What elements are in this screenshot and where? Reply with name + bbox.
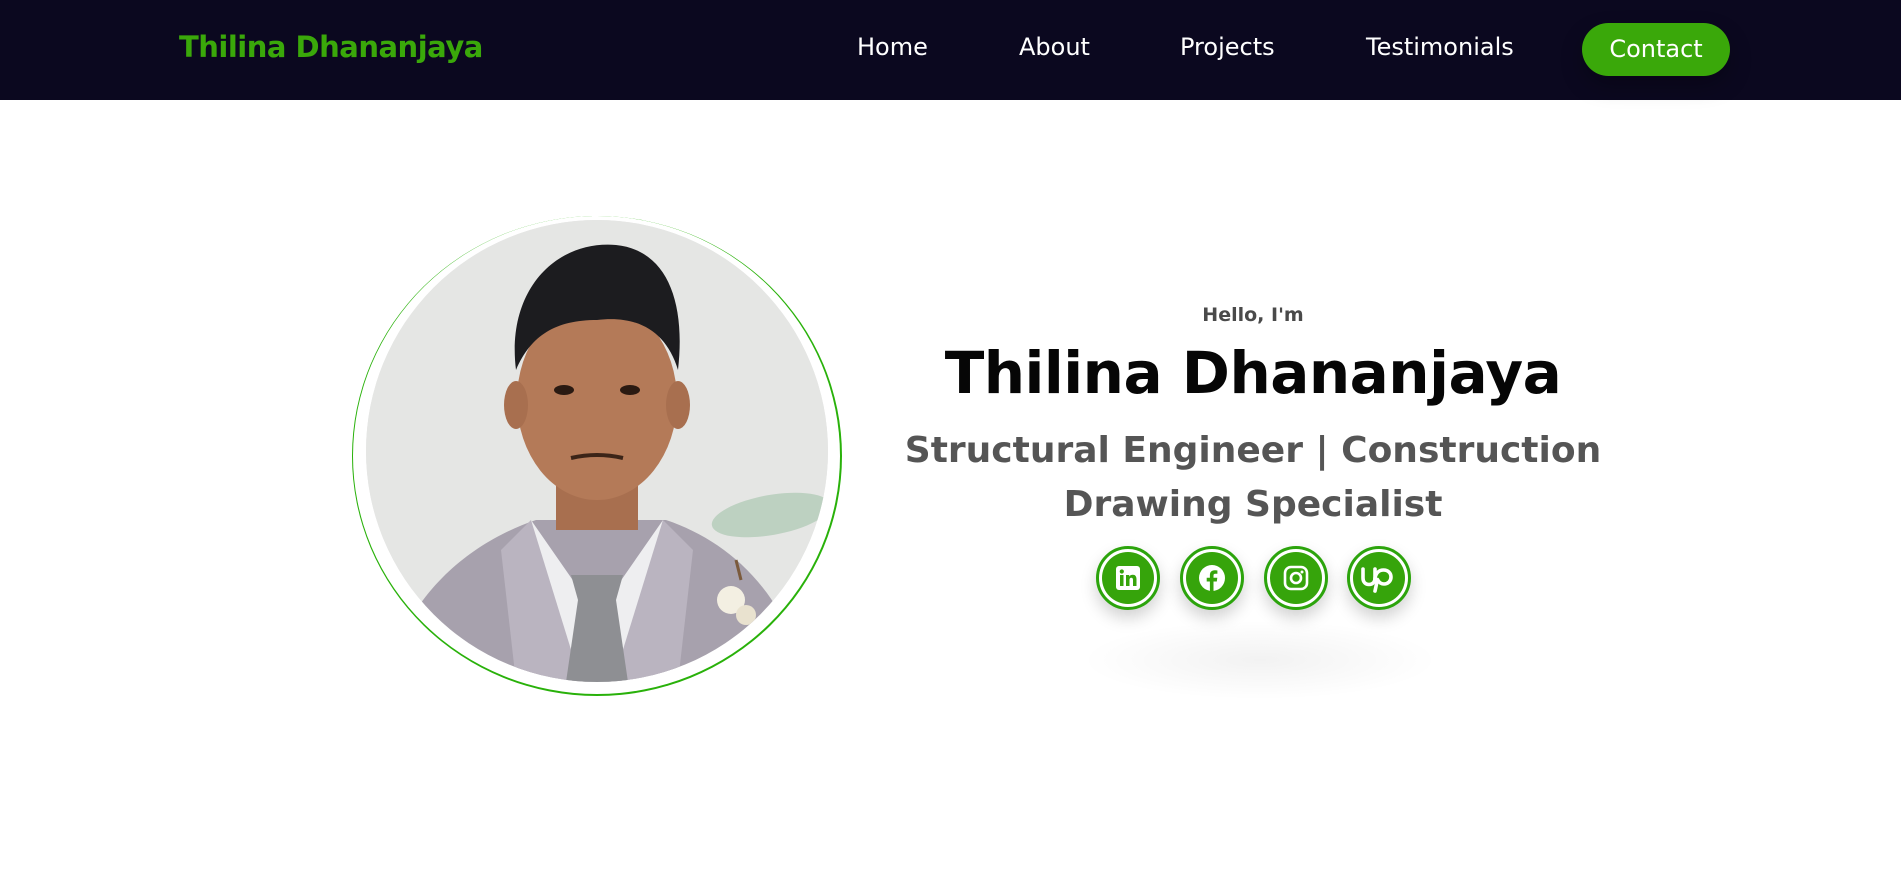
facebook-button[interactable] (1180, 546, 1244, 610)
facebook-icon (1199, 565, 1225, 591)
linkedin-button[interactable] (1096, 546, 1160, 610)
upwork-button[interactable] (1347, 546, 1411, 610)
hero-name-heading: Thilina Dhananjaya (944, 339, 1562, 407)
nav-link-projects[interactable]: Projects (1180, 33, 1275, 61)
hero-role-subtitle: Structural Engineer | Construction Drawi… (904, 430, 1602, 525)
top-navbar: Thilina Dhananjaya Home About Projects T… (0, 0, 1901, 100)
nav-link-about[interactable]: About (1019, 33, 1090, 61)
brand-logo-text[interactable]: Thilina Dhananjaya (179, 30, 483, 64)
nav-link-home[interactable]: Home (857, 33, 928, 61)
instagram-icon (1283, 565, 1309, 591)
profile-portrait (366, 220, 828, 682)
greeting-text: Hello, I'm (1202, 304, 1304, 326)
socials-shadow (1080, 620, 1440, 700)
linkedin-icon (1116, 566, 1140, 590)
nav-link-testimonials[interactable]: Testimonials (1366, 33, 1514, 61)
instagram-button[interactable] (1264, 546, 1328, 610)
portrait-illustration (366, 220, 828, 682)
contact-button[interactable]: Contact (1582, 23, 1730, 76)
upwork-icon (1361, 567, 1393, 593)
